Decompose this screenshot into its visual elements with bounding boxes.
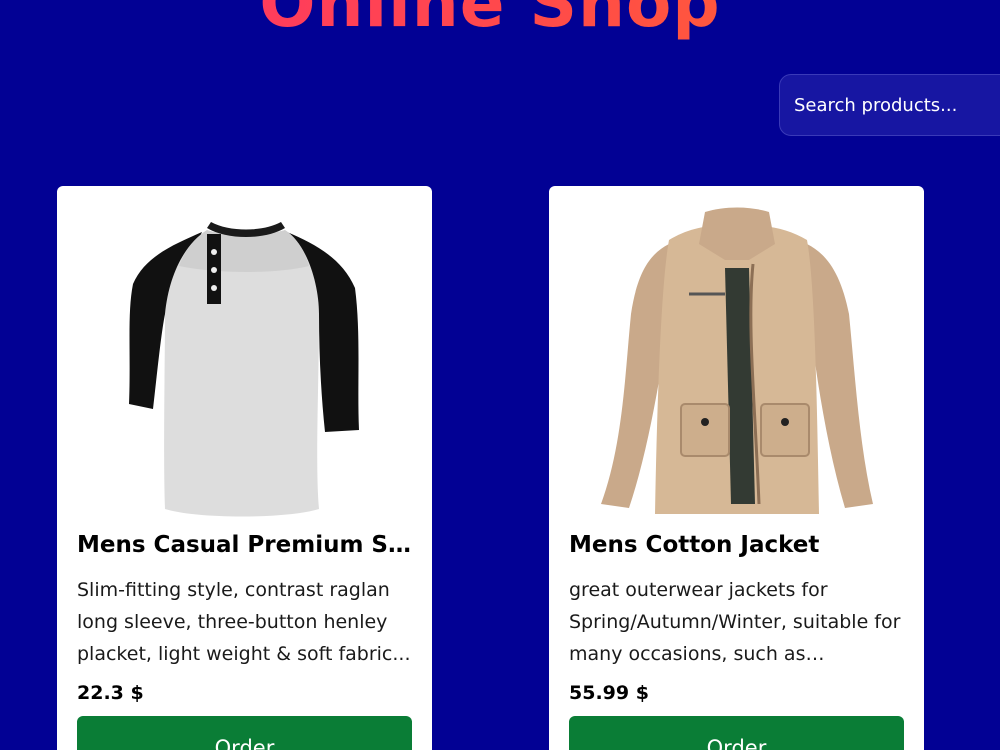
product-description: Slim-fitting style, contrast raglan long… [77, 579, 411, 665]
raglan-henley-shirt-icon [129, 222, 359, 517]
product-description: great outerwear jackets for Spring/Autum… [569, 579, 901, 665]
product-image[interactable] [549, 204, 924, 524]
product-price: 55.99 $ [569, 682, 649, 704]
shop-page: Online Shop Mens Casual Pr [0, 0, 1000, 750]
product-image[interactable] [57, 204, 432, 524]
product-card: Mens Cotton Jacket great outerwear jacke… [549, 186, 924, 750]
order-button[interactable]: Order [77, 716, 412, 750]
page-title: Online Shop [0, 0, 980, 44]
khaki-cotton-jacket-icon [601, 207, 873, 514]
search-input[interactable] [779, 74, 1000, 136]
product-card: Mens Casual Premium Sli... Slim-fitting … [57, 186, 432, 750]
product-name[interactable]: Mens Casual Premium Sli... [77, 532, 412, 558]
product-price: 22.3 $ [77, 682, 144, 704]
product-name[interactable]: Mens Cotton Jacket [569, 532, 904, 558]
order-button[interactable]: Order [569, 716, 904, 750]
